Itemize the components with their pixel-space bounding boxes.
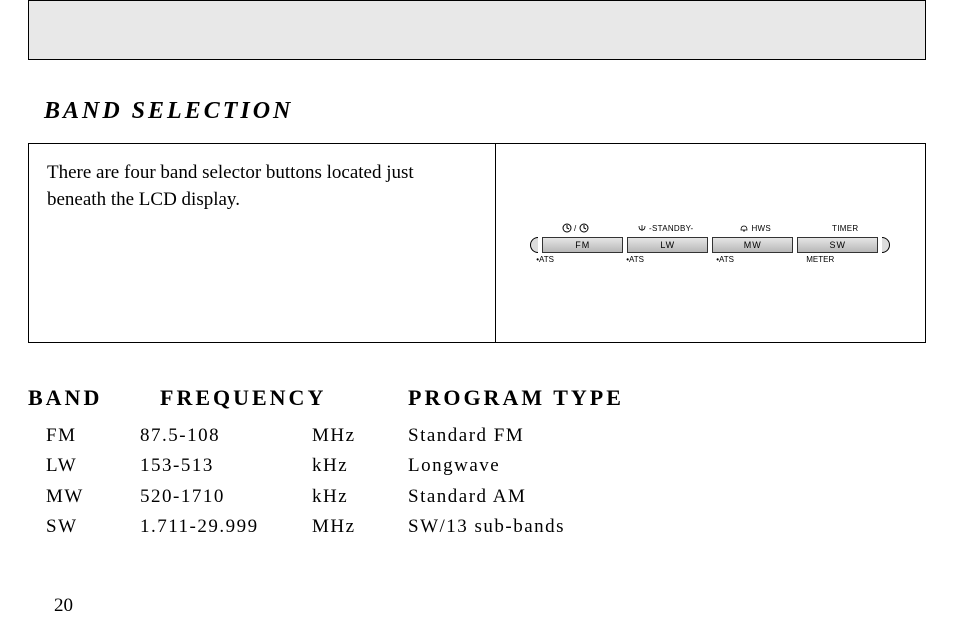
band-selector-figure: / -STANDBY- HWS: [530, 223, 890, 264]
table-row: MW 520-1710 kHz Standard AM: [28, 482, 954, 512]
hws-label: HWS: [710, 223, 800, 235]
cell-freq: 153-513: [140, 451, 312, 481]
cell-freq: 1.711-29.999: [140, 512, 312, 542]
clock-icon: [562, 223, 572, 235]
cell-freq: 520-1710: [140, 482, 312, 512]
top-gray-box: [28, 0, 926, 60]
band-table: BAND FREQUENCY PROGRAM TYPE FM 87.5-108 …: [28, 385, 954, 543]
table-row: LW 153-513 kHz Longwave: [28, 451, 954, 481]
ats-label-1: •ATS: [530, 255, 620, 264]
header-band: BAND: [28, 385, 160, 411]
cell-band: MW: [28, 482, 140, 512]
cell-unit: kHz: [312, 482, 408, 512]
figure-top-labels: / -STANDBY- HWS: [530, 223, 890, 235]
alarm-icon: [739, 223, 749, 235]
clock-icon: [579, 223, 589, 235]
timer-label: TIMER: [800, 223, 890, 235]
hws-text: HWS: [751, 224, 771, 233]
cell-band: SW: [28, 512, 140, 542]
header-program: PROGRAM TYPE: [408, 385, 748, 411]
ats-label-2: •ATS: [620, 255, 710, 264]
header-frequency: FREQUENCY: [160, 385, 408, 411]
cell-band: FM: [28, 421, 140, 451]
standby-text: -STANDBY-: [649, 224, 694, 233]
content-box: There are four band selector buttons loc…: [28, 143, 926, 343]
mw-button[interactable]: MW: [712, 237, 793, 253]
antenna-icon: [637, 223, 647, 235]
table-row: FM 87.5-108 MHz Standard FM: [28, 421, 954, 451]
fm-button[interactable]: FM: [542, 237, 623, 253]
cell-program: SW/13 sub-bands: [408, 512, 748, 542]
cell-unit: MHz: [312, 512, 408, 542]
meter-label: METER: [800, 255, 890, 264]
button-strip: FM LW MW SW: [530, 237, 890, 253]
table-headers: BAND FREQUENCY PROGRAM TYPE: [28, 385, 954, 411]
cell-unit: kHz: [312, 451, 408, 481]
cell-program: Standard AM: [408, 482, 748, 512]
description-text: There are four band selector buttons loc…: [47, 160, 477, 213]
table-row: SW 1.711-29.999 MHz SW/13 sub-bands: [28, 512, 954, 542]
lw-button[interactable]: LW: [627, 237, 708, 253]
section-title: BAND SELECTION: [44, 98, 954, 125]
cell-program: Longwave: [408, 451, 748, 481]
page-number: 20: [54, 595, 73, 617]
cell-program: Standard FM: [408, 421, 748, 451]
strip-cap-left: [530, 237, 538, 253]
clock-slash: /: [574, 224, 577, 233]
cell-unit: MHz: [312, 421, 408, 451]
cell-freq: 87.5-108: [140, 421, 312, 451]
right-panel: / -STANDBY- HWS: [496, 144, 926, 342]
sw-button[interactable]: SW: [797, 237, 878, 253]
clock-label: /: [530, 223, 620, 235]
cell-band: LW: [28, 451, 140, 481]
timer-text: TIMER: [832, 224, 858, 233]
strip-cap-right: [882, 237, 890, 253]
figure-bottom-labels: •ATS •ATS •ATS METER: [530, 255, 890, 264]
ats-label-3: •ATS: [710, 255, 800, 264]
left-panel: There are four band selector buttons loc…: [29, 144, 496, 342]
standby-label: -STANDBY-: [620, 223, 710, 235]
